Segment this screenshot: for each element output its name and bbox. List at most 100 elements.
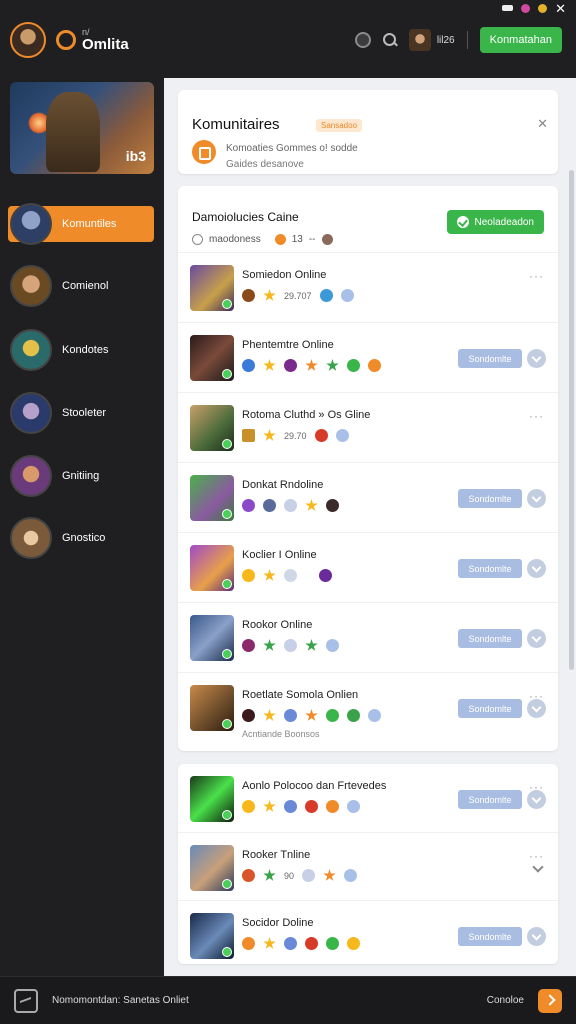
join-button[interactable]: Sondomlte	[458, 927, 522, 946]
user-icon	[326, 499, 339, 512]
join-button[interactable]: Sondomlte	[458, 559, 522, 578]
list-item[interactable]: Donkat Rndoline Sondomlte	[178, 462, 558, 530]
badge-icon	[242, 289, 255, 302]
join-button[interactable]: Sondomlte	[458, 489, 522, 508]
list-meta-count: 13	[291, 234, 303, 245]
profile-avatar[interactable]	[10, 22, 46, 58]
chevron-down-icon[interactable]	[527, 559, 546, 578]
list-item[interactable]: Aonlo Polocoo dan Frtevedes ··· Sondomlt…	[178, 764, 558, 832]
user-icon	[321, 234, 333, 245]
list-item[interactable]: Rooker Tnline 90 ···	[178, 832, 558, 900]
row-title: Koclier I Online	[242, 549, 317, 561]
shield-icon	[284, 800, 297, 813]
list-meta-dash: --	[308, 234, 316, 245]
brand-name: Omlita	[82, 36, 129, 53]
orange-star-icon	[305, 359, 318, 371]
row-title: Roetlate Somola Onlien	[242, 689, 359, 701]
list-item[interactable]: Socidor Doline Sondomlte	[178, 900, 558, 968]
row-stats	[242, 569, 332, 582]
row-count: 90	[284, 870, 295, 881]
people-icon	[326, 639, 339, 652]
sidebar-item-gnitiing[interactable]: Gnitiing	[8, 455, 154, 497]
list-item[interactable]: Phentemtre Online Sondomlte	[178, 322, 558, 390]
globe-icon	[284, 499, 297, 512]
chevron-down-icon[interactable]	[527, 349, 546, 368]
footer-action-label[interactable]: Conoloe	[487, 995, 524, 1006]
game-thumbnail	[190, 405, 234, 451]
user-menu[interactable]: lil26	[408, 29, 455, 51]
header-cta-button[interactable]: Konmatahan	[479, 27, 562, 53]
row-stats: 90	[242, 869, 358, 882]
list-item[interactable]: Somiedon Online 29.707 ···	[178, 252, 558, 320]
list-item[interactable]: Roetlate Somola Onlien ··· Sondomlte Acn…	[178, 672, 558, 750]
window-close-icon[interactable]: ✕	[555, 2, 566, 15]
star-icon	[263, 800, 276, 812]
list-item[interactable]: Rookor Online Sondomlte	[178, 602, 558, 670]
row-count: 29.707	[284, 290, 312, 301]
join-button[interactable]: Sondomlte	[458, 699, 522, 718]
row-stats	[242, 937, 360, 950]
people-icon	[326, 937, 339, 950]
chevron-down-icon[interactable]	[527, 699, 546, 718]
coin-icon	[242, 937, 255, 950]
search-icon[interactable]	[382, 33, 397, 47]
sidebar-item-stooleter[interactable]: Stooleter	[8, 392, 154, 434]
joined-button[interactable]: Neoladeadon	[446, 210, 544, 234]
row-title: Socidor Doline	[242, 917, 314, 929]
chevron-down-icon[interactable]	[527, 489, 546, 508]
sidebar-item-comienol[interactable]: Comienol	[8, 265, 154, 307]
coin-icon	[274, 234, 286, 245]
scrollbar[interactable]	[569, 170, 574, 670]
sidebar-item-label: Stooleter	[62, 407, 107, 419]
people-icon	[326, 709, 339, 722]
list-title: Damoiolucies Caine	[192, 210, 299, 224]
banner-icon	[242, 429, 255, 442]
chart-icon[interactable]	[14, 988, 38, 1013]
fire-icon	[368, 359, 381, 372]
status-ring-icon[interactable]	[354, 32, 371, 48]
fire-icon	[242, 869, 255, 882]
chevron-down-icon[interactable]	[527, 629, 546, 648]
people-icon	[344, 869, 358, 882]
header-divider	[466, 31, 468, 49]
people-icon	[340, 289, 354, 302]
sidebar-item-label: Kondotes	[62, 344, 109, 356]
join-button[interactable]: Sondomlte	[458, 629, 522, 648]
row-stats	[242, 639, 339, 652]
list-item[interactable]: Koclier I Online Sondomlte	[178, 532, 558, 600]
star-icon	[263, 289, 276, 301]
coin-icon	[242, 800, 255, 813]
coin-icon	[347, 937, 360, 950]
badge-icon	[242, 709, 255, 722]
row-stats	[242, 709, 381, 722]
more-options-icon[interactable]: ···	[529, 269, 544, 283]
badge-icon	[242, 359, 255, 372]
sidebar-item-kondotes[interactable]: Kondotes	[8, 329, 154, 371]
tray-icon-pink	[521, 3, 531, 13]
chevron-down-icon[interactable]	[532, 861, 544, 873]
sidebar-item-gnostico[interactable]: Gnostico	[8, 517, 154, 559]
globe-icon	[319, 289, 333, 302]
join-button[interactable]: Sondomlte	[458, 349, 522, 368]
row-stats	[242, 499, 339, 512]
close-icon[interactable]: ✕	[537, 116, 548, 132]
star-icon	[263, 429, 276, 441]
green-star-icon	[263, 639, 276, 651]
sidebar-item-label: Comienol	[62, 280, 109, 292]
sidebar-item-avatar	[10, 392, 52, 434]
forward-button[interactable]	[538, 988, 562, 1013]
list-meta-text: maodoness	[209, 234, 261, 245]
game-thumbnail	[190, 685, 234, 731]
join-button[interactable]: Sondomlte	[458, 790, 522, 809]
footer-bar: Nomomontdan: Sanetas Onliet Conoloe	[0, 976, 576, 1024]
chevron-down-icon[interactable]	[527, 927, 546, 946]
community-list-card-secondary: Aonlo Polocoo dan Frtevedes ··· Sondomlt…	[178, 764, 558, 964]
sidebar-item-avatar	[10, 329, 52, 371]
list-item[interactable]: Rotoma Cluthd » Os Gline 29.70 ···	[178, 392, 558, 460]
sidebar-banner[interactable]: ib3	[10, 82, 154, 174]
sidebar-item-komuntiles[interactable]: Komuntiles	[8, 203, 154, 245]
game-thumbnail	[190, 265, 234, 311]
more-options-icon[interactable]: ···	[529, 409, 544, 423]
chevron-down-icon[interactable]	[527, 790, 546, 809]
people-icon	[347, 359, 360, 372]
